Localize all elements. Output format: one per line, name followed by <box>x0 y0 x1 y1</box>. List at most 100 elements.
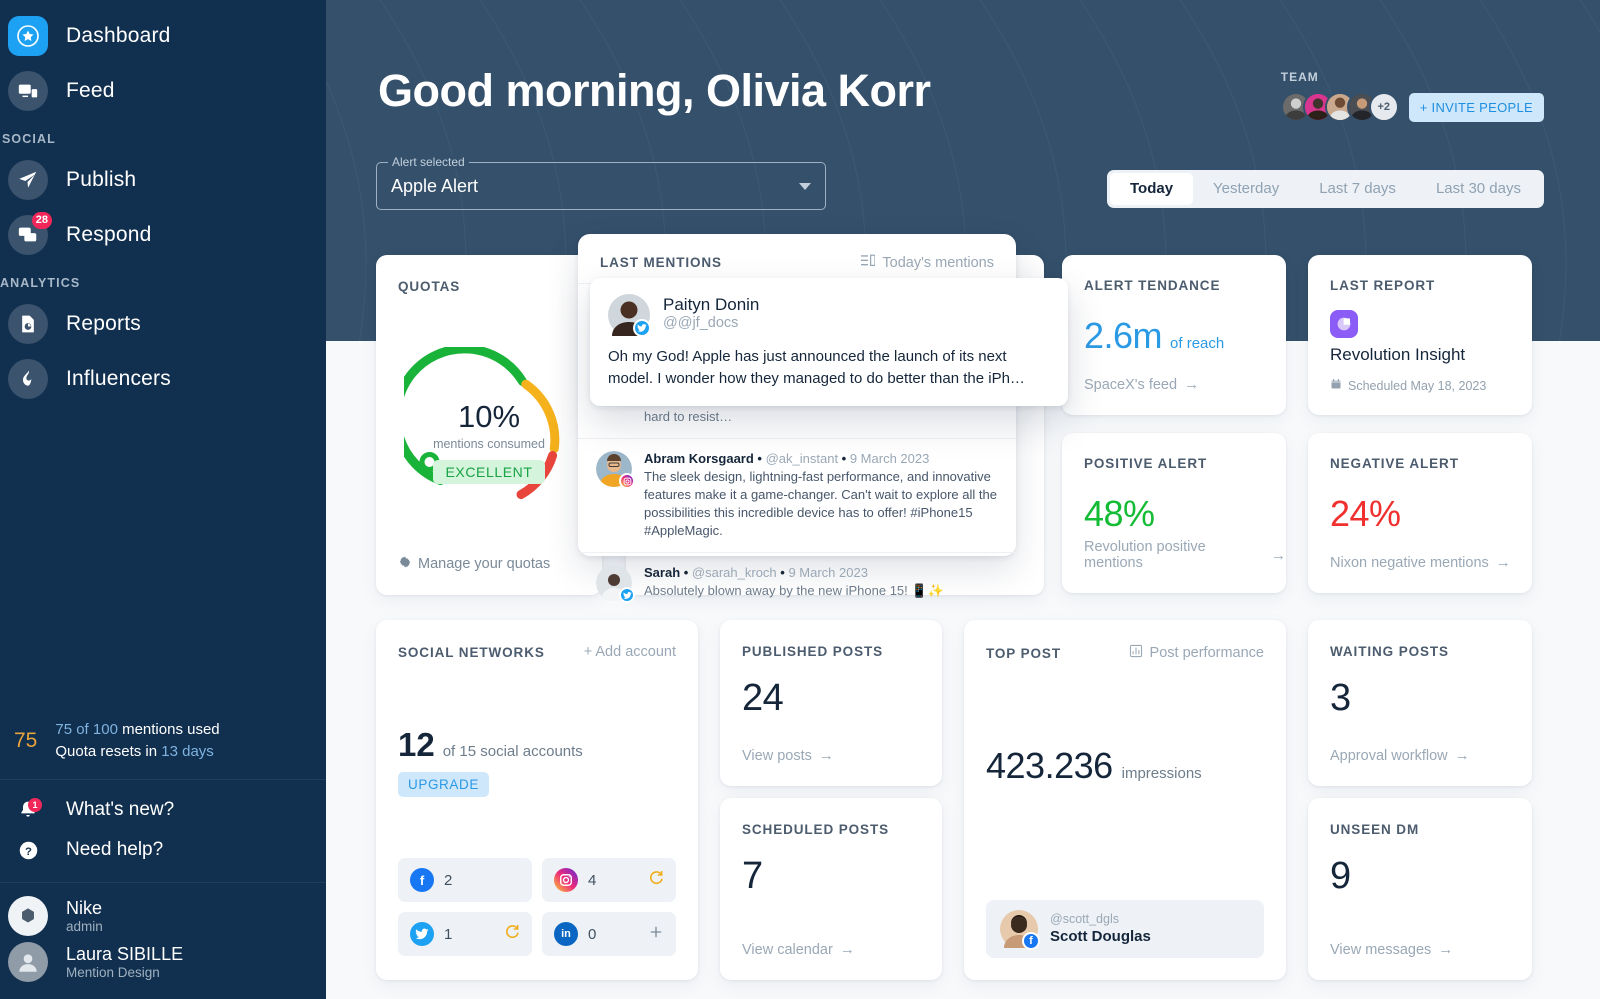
social-networks-title: SOCIAL NETWORKS <box>398 644 545 660</box>
avatar <box>608 294 651 337</box>
alert-select[interactable]: Alert selected Apple Alert <box>376 155 826 210</box>
todays-mentions-link[interactable]: Today's mentions <box>861 254 994 271</box>
approval-workflow-link[interactable]: Approval workflow → <box>1330 747 1470 764</box>
list-item-body: Abram Korsgaard • @ak_instant • 9 March … <box>644 451 998 540</box>
last-report-schedule-label: Scheduled May 18, 2023 <box>1348 378 1487 393</box>
user-profile[interactable]: Laura SIBILLE Mention Design <box>0 939 326 985</box>
negative-mentions-link[interactable]: Nixon negative mentions → <box>1330 554 1511 571</box>
sidebar-section-social: SOCIAL <box>2 132 56 146</box>
social-cell-twitter[interactable]: 1 <box>398 912 532 956</box>
user-text: Laura SIBILLE Mention Design <box>66 944 183 981</box>
team-more-count[interactable]: +2 <box>1368 92 1399 122</box>
mention-text: Absolutely blown away by the new iPhone … <box>644 583 944 598</box>
sidebar-item-influencers[interactable]: Influencers <box>0 351 326 406</box>
add-account-button[interactable]: + Add account <box>584 644 676 660</box>
team-section: TEAM +2 + INVITE PEOPLE <box>1280 70 1544 122</box>
sidebar-item-dashboard[interactable]: Dashboard <box>0 8 326 63</box>
positive-alert-value-row: 48% <box>1084 493 1155 535</box>
manage-quotas-link[interactable]: Manage your quotas <box>398 555 550 573</box>
sidebar-accounts: Nike admin Laura SIBILLE Mention Design <box>0 883 326 999</box>
sidebar-item-label: Publish <box>66 167 137 191</box>
social-networks-grid: f 2 4 1 in 0 <box>398 858 676 956</box>
negative-alert-card: NEGATIVE ALERT 24% Nixon negative mentio… <box>1308 433 1532 593</box>
mention-meta: Abram Korsgaard • @ak_instant • 9 March … <box>644 451 930 466</box>
tab-yesterday[interactable]: Yesterday <box>1193 173 1299 205</box>
flame-icon <box>8 358 48 399</box>
instagram-icon <box>619 473 635 489</box>
sidebar-item-need-help[interactable]: ? Need help? <box>0 830 326 870</box>
positive-alert-value: 48% <box>1084 493 1155 534</box>
sidebar-item-whats-new[interactable]: 1 What's new? <box>0 790 326 830</box>
list-item[interactable]: Sarah • @sarah_kroch • 9 March 2023 Abso… <box>578 552 1016 613</box>
last-report-schedule: Scheduled May 18, 2023 <box>1330 378 1486 393</box>
team-row: +2 + INVITE PEOPLE <box>1280 92 1544 122</box>
list-item[interactable]: Abram Korsgaard • @ak_instant • 9 March … <box>578 438 1016 552</box>
mentions-header: LAST MENTIONS Today's mentions <box>578 234 1016 283</box>
sidebar-item-publish[interactable]: Publish <box>0 152 326 207</box>
refresh-icon[interactable] <box>504 924 520 945</box>
manage-quotas-label: Manage your quotas <box>418 556 551 572</box>
social-cell-linkedin[interactable]: in 0 <box>542 912 676 956</box>
unseen-dm-title: UNSEEN DM <box>1330 822 1420 837</box>
social-cell-facebook[interactable]: f 2 <box>398 858 532 902</box>
alert-select-legend: Alert selected <box>388 155 469 169</box>
list-icon <box>861 254 877 271</box>
date-range-tabs[interactable]: Today Yesterday Last 7 days Last 30 days <box>1106 170 1544 208</box>
top-post-author-text: @scott_dgls Scott Douglas <box>1050 912 1151 946</box>
social-networks-header: SOCIAL NETWORKS + Add account <box>398 644 676 660</box>
quota-reset-days: 13 days <box>161 743 214 760</box>
tab-last-7-days[interactable]: Last 7 days <box>1299 173 1416 205</box>
gauge-center-text: 10% mentions consumed EXCELLENT <box>404 399 574 484</box>
sidebar-item-respond[interactable]: 28 Respond <box>0 207 326 262</box>
social-cell-instagram[interactable]: 4 <box>542 858 676 902</box>
alert-tendance-value: 2.6m <box>1084 315 1163 356</box>
instagram-count: 4 <box>588 871 597 889</box>
scheduled-posts-card: SCHEDULED POSTS 7 View calendar → <box>720 798 942 980</box>
negative-alert-value: 24% <box>1330 493 1401 534</box>
upgrade-badge[interactable]: UPGRADE <box>398 772 489 797</box>
invite-people-button[interactable]: + INVITE PEOPLE <box>1408 92 1544 122</box>
workspace-name: Nike <box>66 897 103 918</box>
view-messages-link[interactable]: View messages → <box>1330 941 1453 958</box>
sidebar-quota[interactable]: 75 75 of 100 mentions used Quota resets … <box>0 709 326 780</box>
workspace-nike[interactable]: Nike admin <box>0 893 326 939</box>
view-calendar-link[interactable]: View calendar → <box>742 941 855 958</box>
tab-last-30-days[interactable]: Last 30 days <box>1416 173 1541 205</box>
spacex-feed-link[interactable]: SpaceX's feed → <box>1084 376 1199 393</box>
plus-icon[interactable] <box>648 924 664 945</box>
sidebar-item-feed[interactable]: Feed <box>0 63 326 118</box>
mention-author: Abram Korsgaard <box>644 451 754 466</box>
post-performance-link[interactable]: Post performance <box>1129 644 1264 662</box>
facebook-icon: f <box>410 868 434 892</box>
team-avatars[interactable]: +2 <box>1280 92 1399 122</box>
sidebar-item-reports[interactable]: Reports <box>0 296 326 351</box>
refresh-icon[interactable] <box>648 870 664 891</box>
tab-today[interactable]: Today <box>1109 173 1194 205</box>
arrow-right-icon: → <box>1438 941 1454 958</box>
alert-tendance-title: ALERT TENDANCE <box>1084 278 1221 293</box>
waiting-posts-value: 3 <box>1330 677 1351 719</box>
gear-icon <box>398 555 412 573</box>
nike-workspace-icon <box>8 896 48 936</box>
last-mentions-card: LAST MENTIONS Today's mentions f Lorem b… <box>578 234 1068 603</box>
quota-percent-sub: mentions consumed <box>433 437 545 451</box>
sidebar-item-label: Reports <box>66 311 141 335</box>
mention-hover-card[interactable]: Paityn Donin @@jf_docs Oh my God! Apple … <box>590 278 1068 406</box>
positive-mentions-link[interactable]: Revolution positive mentions → <box>1084 539 1286 571</box>
report-document-icon <box>8 303 48 344</box>
report-thumbnail-icon <box>1330 310 1358 338</box>
quota-percent: 10% <box>457 399 521 434</box>
waiting-posts-title: WAITING POSTS <box>1330 644 1449 659</box>
negative-alert-title: NEGATIVE ALERT <box>1330 456 1459 471</box>
view-posts-link[interactable]: View posts → <box>742 747 834 764</box>
sidebar-item-label: Feed <box>66 78 115 102</box>
sidebar-help-block: 1 What's new? ? Need help? <box>0 780 326 883</box>
sidebar-item-label: What's new? <box>66 799 175 820</box>
alert-tendance-value-row: 2.6m of reach <box>1084 315 1224 357</box>
main-content: Good morning, Olivia Korr Alert selected… <box>326 0 1600 999</box>
sidebar-nav-top: Dashboard Feed SOCIAL Publish 28 Respond… <box>0 0 326 406</box>
positive-mentions-label: Revolution positive mentions <box>1084 539 1206 571</box>
top-post-author[interactable]: f @scott_dgls Scott Douglas <box>986 900 1264 958</box>
twitter-icon <box>410 922 434 946</box>
twitter-count: 1 <box>444 925 453 943</box>
